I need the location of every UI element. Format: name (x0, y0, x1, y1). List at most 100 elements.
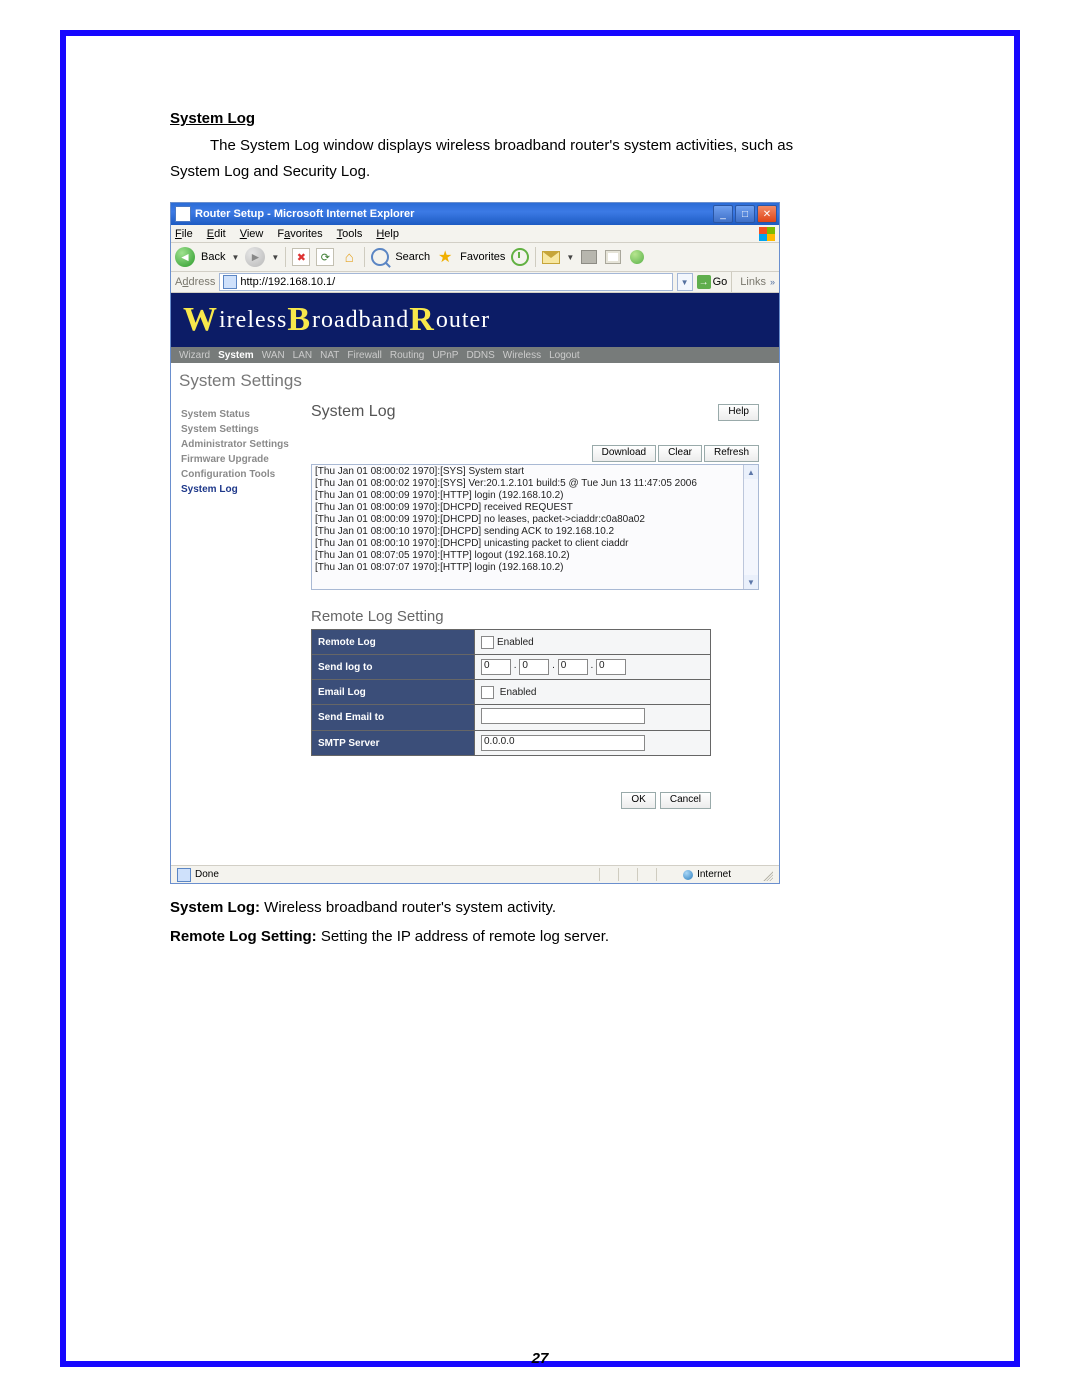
stop-button[interactable]: ✖ (292, 248, 310, 266)
menu-help[interactable]: Help (376, 228, 399, 240)
refresh-button[interactable]: ⟳ (316, 248, 334, 266)
home-button[interactable]: ⌂ (340, 248, 358, 266)
clear-button[interactable]: Clear (658, 445, 702, 462)
sidemenu-firmware-upgrade[interactable]: Firmware Upgrade (181, 454, 301, 465)
mail-dropdown-icon[interactable]: ▼ (566, 253, 574, 262)
intro-paragraph: The System Log window displays wireless … (170, 133, 910, 184)
status-cells (599, 868, 675, 881)
remote-log-checkbox[interactable] (481, 636, 494, 649)
nav-system[interactable]: System (218, 350, 254, 361)
go-button[interactable]: → Go (697, 275, 728, 289)
nav-ddns[interactable]: DDNS (466, 350, 494, 361)
forward-button[interactable]: ► (245, 247, 265, 267)
history-icon[interactable] (511, 248, 529, 266)
settings-title: System Settings (171, 363, 779, 395)
ie-app-icon (175, 206, 191, 222)
menu-view[interactable]: View (240, 228, 264, 240)
cell-sendlog-value: 0 . 0 . 0 . 0 (475, 655, 711, 680)
menu-file[interactable]: File (175, 228, 193, 240)
nav-nat[interactable]: NAT (320, 350, 339, 361)
scroll-down-icon[interactable]: ▼ (744, 575, 758, 589)
nav-wan[interactable]: WAN (262, 350, 285, 361)
banner-t2: roadband (312, 307, 409, 334)
banner-b: B (287, 301, 311, 339)
cell-emaillog-label: Email Log (312, 680, 475, 705)
cell-smtp-label: SMTP Server (312, 731, 475, 756)
back-dropdown-icon[interactable]: ▼ (231, 253, 239, 262)
enabled-label: Enabled (497, 637, 534, 648)
nav-logout[interactable]: Logout (549, 350, 580, 361)
sidemenu-config-tools[interactable]: Configuration Tools (181, 469, 301, 480)
sidemenu-system-settings[interactable]: System Settings (181, 424, 301, 435)
cell-sendemail-value (475, 705, 711, 731)
log-refresh-button[interactable]: Refresh (704, 445, 759, 462)
back-button[interactable]: ◄ (175, 247, 195, 267)
close-button[interactable]: ✕ (757, 205, 777, 223)
nav-lan[interactable]: LAN (293, 350, 312, 361)
address-dropdown-icon[interactable]: ▼ (677, 273, 693, 291)
scrollbar[interactable]: ▲ ▼ (743, 465, 758, 589)
nav-wizard[interactable]: Wizard (179, 350, 210, 361)
ip-octet-4[interactable]: 0 (596, 659, 626, 675)
log-textarea[interactable]: [Thu Jan 01 08:00:02 1970]:[SYS] System … (311, 464, 759, 590)
page-icon (223, 275, 237, 289)
minimize-button[interactable]: _ (713, 205, 733, 223)
status-done: Done (195, 869, 219, 880)
row-email-log: Email Log Enabled (312, 680, 711, 705)
banner-t1: ireless (219, 307, 287, 334)
log-lines: [Thu Jan 01 08:00:02 1970]:[SYS] System … (315, 466, 742, 574)
cancel-button[interactable]: Cancel (660, 792, 711, 809)
status-page-icon (177, 868, 191, 882)
help-button[interactable]: Help (718, 404, 759, 421)
toolbar-separator (535, 247, 536, 267)
scroll-up-icon[interactable]: ▲ (744, 465, 758, 479)
address-field[interactable]: http://192.168.10.1/ (219, 273, 672, 291)
mail-icon[interactable] (542, 248, 560, 266)
scroll-track[interactable] (744, 479, 758, 575)
nav-routing[interactable]: Routing (390, 350, 424, 361)
address-label: Address (175, 276, 215, 288)
window-titlebar[interactable]: Router Setup - Microsoft Internet Explor… (171, 203, 779, 225)
nav-upnp[interactable]: UPnP (432, 350, 458, 361)
addrbar-separator (731, 272, 732, 292)
menubar: File Edit View Favorites Tools Help (171, 225, 779, 243)
back-label[interactable]: Back (201, 251, 225, 263)
favorites-icon[interactable]: ★ (436, 248, 454, 266)
ok-button[interactable]: OK (621, 792, 655, 809)
nav-wireless[interactable]: Wireless (503, 350, 541, 361)
main-panel: System Log Help Download Clear Refresh [… (307, 395, 779, 809)
smtp-input[interactable]: 0.0.0.0 (481, 735, 645, 751)
links-expand-icon[interactable]: » (770, 277, 775, 287)
edit-icon[interactable] (604, 248, 622, 266)
post2-text: Setting the IP address of remote log ser… (317, 928, 609, 945)
sidemenu-system-status[interactable]: System Status (181, 409, 301, 420)
ip-octet-2[interactable]: 0 (519, 659, 549, 675)
links-label[interactable]: Links (740, 276, 766, 288)
messenger-icon[interactable] (628, 248, 646, 266)
resize-grip-icon[interactable] (761, 869, 773, 881)
search-label[interactable]: Search (395, 251, 430, 263)
search-icon[interactable] (371, 248, 389, 266)
email-log-checkbox[interactable] (481, 686, 494, 699)
menu-favorites[interactable]: Favorites (277, 228, 322, 240)
menu-edit[interactable]: Edit (207, 228, 226, 240)
windows-logo-icon (759, 227, 775, 241)
sidemenu-admin-settings[interactable]: Administrator Settings (181, 439, 301, 450)
send-email-input[interactable] (481, 708, 645, 724)
print-icon[interactable] (580, 248, 598, 266)
post1-label: System Log: (170, 899, 260, 916)
ip-octet-3[interactable]: 0 (558, 659, 588, 675)
download-button[interactable]: Download (592, 445, 656, 462)
cell-remote-log-value: Enabled (475, 630, 711, 655)
forward-dropdown-icon[interactable]: ▼ (271, 253, 279, 262)
router-banner: Wireless Broadband Router (171, 293, 779, 347)
favorites-label[interactable]: Favorites (460, 251, 505, 263)
cell-remote-log-label: Remote Log (312, 630, 475, 655)
nav-firewall[interactable]: Firewall (347, 350, 381, 361)
menu-tools[interactable]: Tools (337, 228, 363, 240)
sidemenu-system-log[interactable]: System Log (181, 484, 301, 495)
panel-title: System Log (311, 403, 718, 421)
enabled-label-2: Enabled (500, 687, 537, 698)
maximize-button[interactable]: □ (735, 205, 755, 223)
ip-octet-1[interactable]: 0 (481, 659, 511, 675)
